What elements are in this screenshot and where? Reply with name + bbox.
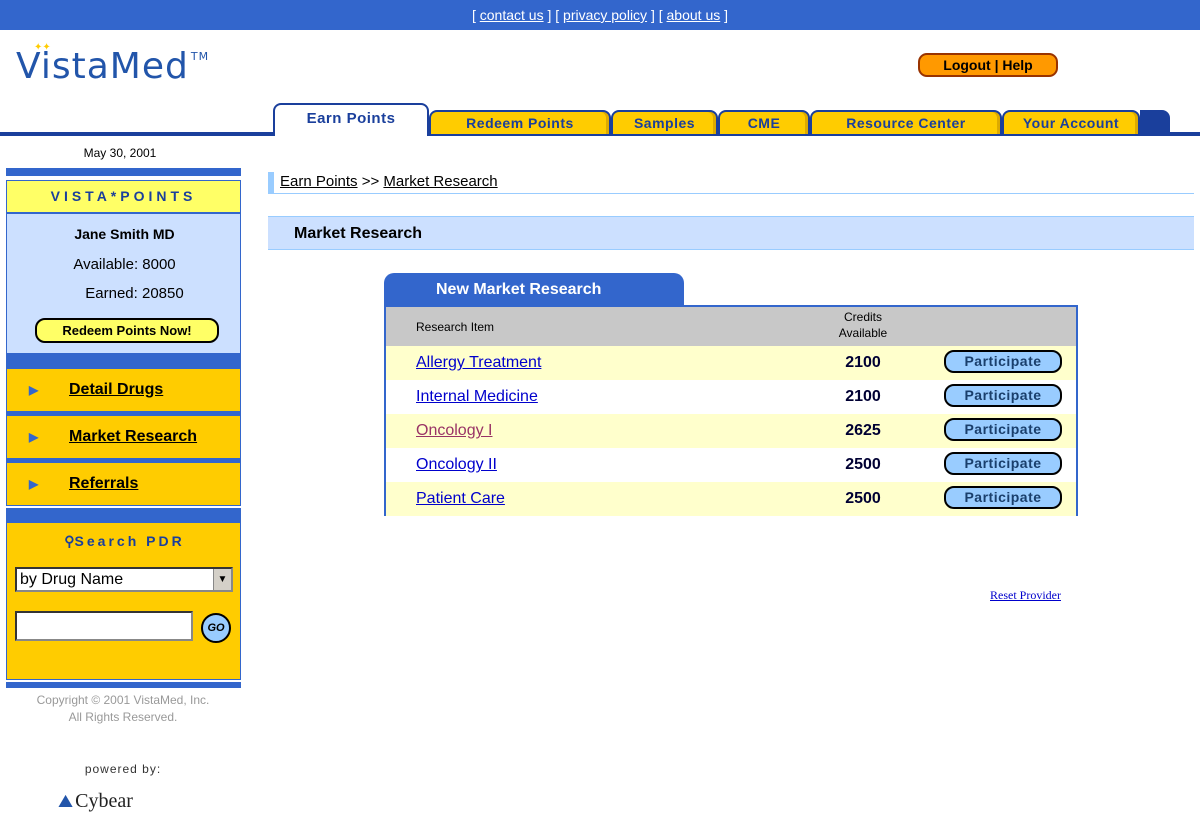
- search-type-select[interactable]: by Drug Name ▼: [15, 567, 233, 592]
- table-row: Patient Care 2500 Participate: [386, 482, 1076, 516]
- about-us-link[interactable]: about us: [667, 7, 721, 23]
- redeem-points-now-button[interactable]: Redeem Points Now!: [35, 318, 219, 343]
- participate-button[interactable]: Participate: [944, 350, 1062, 373]
- search-pdr-title: ⚲Search PDR: [64, 533, 185, 549]
- tab-samples[interactable]: Samples: [611, 110, 718, 134]
- current-date: May 30, 2001: [83, 146, 157, 160]
- research-item-link[interactable]: Patient Care: [416, 490, 505, 508]
- chevron-down-icon[interactable]: ▼: [213, 569, 231, 590]
- sidebar-divider: [6, 508, 241, 522]
- table-row: Oncology II 2500 Participate: [386, 448, 1076, 482]
- points-earned: Earned: 20850: [85, 285, 184, 302]
- market-research-table: Research Item Credits Available Allergy …: [384, 305, 1078, 516]
- sidebar-item-detail-drugs[interactable]: ▶ Detail Drugs: [6, 368, 241, 412]
- triangle-right-icon: ▶: [29, 383, 39, 397]
- sidebar-item-referrals[interactable]: ▶ Referrals: [6, 462, 241, 506]
- column-header-credits: Credits Available: [838, 310, 888, 340]
- cybear-logo: ⛰ Cybear: [58, 790, 133, 812]
- contact-us-link[interactable]: contact us: [480, 7, 544, 23]
- research-item-link[interactable]: Oncology II: [416, 456, 497, 474]
- sidebar-item-market-research[interactable]: ▶ Market Research: [6, 415, 241, 459]
- tab-earn-points[interactable]: Earn Points: [273, 103, 429, 136]
- participate-button[interactable]: Participate: [944, 384, 1062, 407]
- copyright-text: Copyright © 2001 VistaMed, Inc. All Righ…: [36, 693, 210, 724]
- logout-help-button[interactable]: Logout | Help: [918, 53, 1058, 77]
- sidebar-item-label[interactable]: Detail Drugs: [69, 369, 163, 411]
- column-header-research-item: Research Item: [416, 320, 495, 334]
- trademark-mark: TM: [190, 50, 210, 63]
- research-item-link[interactable]: Oncology I: [416, 422, 492, 440]
- sidebar-divider: [6, 682, 241, 688]
- vistamed-logo[interactable]: ✦✦ VistaMed TM: [16, 42, 210, 87]
- breadcrumb-separator: >>: [361, 173, 380, 190]
- participate-button[interactable]: Participate: [944, 486, 1062, 509]
- tab-your-account[interactable]: Your Account: [1002, 110, 1140, 134]
- triangle-right-icon: ▶: [29, 477, 39, 491]
- reset-provider-link[interactable]: Reset Provider: [990, 588, 1061, 603]
- search-input[interactable]: [15, 611, 193, 641]
- breadcrumb: Earn Points >> Market Research: [268, 172, 1194, 194]
- participate-button[interactable]: Participate: [944, 418, 1062, 441]
- triangle-right-icon: ▶: [29, 430, 39, 444]
- credits-value: 2100: [845, 354, 881, 371]
- breadcrumb-market-research[interactable]: Market Research: [383, 173, 497, 190]
- logo-sparkle-icon: ✦✦: [34, 42, 51, 53]
- table-row: Oncology I 2625 Participate: [386, 414, 1076, 448]
- page-title: Market Research: [268, 216, 1194, 250]
- tab-redeem-points[interactable]: Redeem Points: [429, 110, 611, 134]
- sidebar-divider: [6, 168, 241, 176]
- breadcrumb-earn-points[interactable]: Earn Points: [280, 173, 358, 190]
- research-item-link[interactable]: Internal Medicine: [416, 388, 538, 406]
- user-name: Jane Smith MD: [74, 226, 175, 242]
- research-item-link[interactable]: Allergy Treatment: [416, 354, 541, 372]
- table-header: Research Item Credits Available: [386, 307, 1076, 346]
- credits-value: 2500: [845, 456, 881, 473]
- tab-cme[interactable]: CME: [718, 110, 810, 134]
- go-button[interactable]: GO: [201, 613, 231, 643]
- points-available: Available: 8000: [73, 256, 176, 273]
- bear-icon: ⛰: [58, 791, 74, 811]
- credits-value: 2500: [845, 490, 881, 507]
- vista-points-title: VISTA*POINTS: [6, 180, 241, 213]
- sidebar-divider: [6, 354, 241, 368]
- tab-bar-end-cap: [1140, 110, 1170, 134]
- top-link-bar: [ contact us ] [ privacy policy ] [ abou…: [0, 0, 1200, 30]
- table-row: Allergy Treatment 2100 Participate: [386, 346, 1076, 380]
- credits-value: 2100: [845, 388, 881, 405]
- sidebar-item-label[interactable]: Referrals: [69, 463, 138, 505]
- search-type-value: by Drug Name: [20, 571, 124, 588]
- search-pdr-panel: ⚲Search PDR by Drug Name ▼ GO: [6, 522, 241, 680]
- participate-button[interactable]: Participate: [944, 452, 1062, 475]
- panel-title: New Market Research: [384, 273, 684, 307]
- tab-resource-center[interactable]: Resource Center: [810, 110, 1002, 134]
- magnifier-icon: ⚲: [64, 533, 75, 549]
- sidebar-item-label[interactable]: Market Research: [69, 416, 197, 458]
- privacy-policy-link[interactable]: privacy policy: [563, 7, 647, 23]
- vista-points-panel: Jane Smith MD Available: 8000 Earned: 20…: [6, 213, 241, 354]
- powered-by-label: powered by:: [84, 762, 162, 776]
- table-row: Internal Medicine 2100 Participate: [386, 380, 1076, 414]
- credits-value: 2625: [845, 422, 881, 439]
